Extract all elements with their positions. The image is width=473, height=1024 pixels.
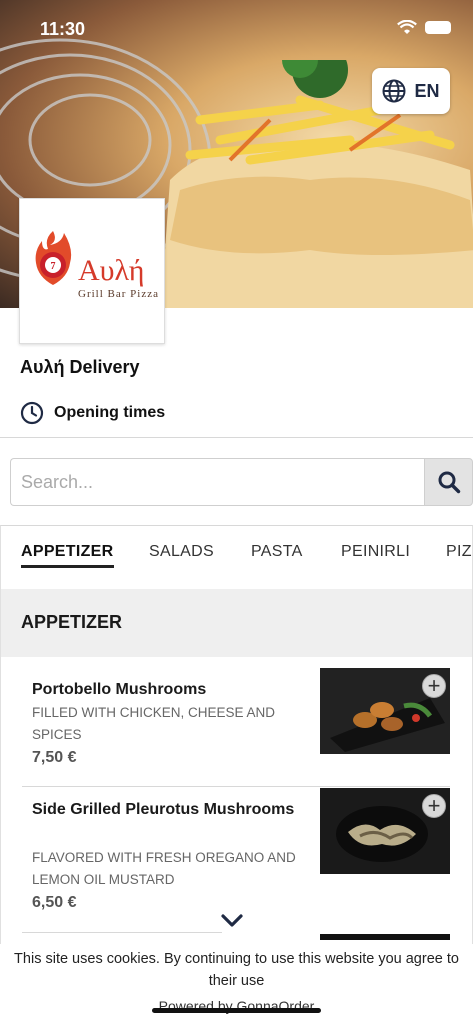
add-item-button[interactable]: +: [422, 794, 446, 818]
item-name: Portobello Mushrooms: [32, 681, 207, 698]
divider: [0, 437, 473, 438]
home-indicator[interactable]: [152, 1008, 321, 1013]
tab-pizza[interactable]: PIZ: [446, 543, 472, 561]
search-bar: [10, 458, 473, 506]
item-separator: [22, 786, 450, 787]
language-button[interactable]: EN: [372, 68, 450, 114]
item-description: FILLED WITH CHICKEN, CHEESE AND SPICES: [32, 705, 276, 742]
tab-salads[interactable]: SALADS: [149, 543, 214, 561]
item-description: FLAVORED WITH FRESH OREGANO AND LEMON OI…: [32, 850, 296, 887]
globe-icon: [382, 79, 406, 103]
menu-item[interactable]: Side Grilled Pleurotus Mushrooms FLAVORE…: [22, 788, 450, 928]
status-bar: 11:30: [0, 0, 473, 60]
tab-peinirli[interactable]: PEINIRLI: [341, 543, 410, 561]
tab-pasta[interactable]: PASTA: [251, 543, 303, 561]
tab-appetizer[interactable]: APPETIZER: [21, 543, 114, 568]
opening-times-link[interactable]: Opening times: [20, 401, 165, 425]
category-tabs: APPETIZER SALADS PASTA PEINIRLI PIZ: [0, 525, 473, 589]
status-icons: [397, 20, 451, 35]
wifi-icon: [397, 20, 417, 34]
restaurant-logo: 7 Αυλή Grill Bar Pizza: [19, 198, 165, 344]
logo-name: Αυλή: [78, 254, 145, 287]
store-name: Αυλή Delivery: [20, 357, 140, 377]
search-button[interactable]: [424, 458, 473, 506]
search-input[interactable]: [10, 458, 424, 506]
opening-times-label: Opening times: [54, 404, 166, 421]
search-icon: [438, 471, 460, 494]
menu-item[interactable]: Portobello Mushrooms FILLED WITH CHICKEN…: [22, 668, 450, 778]
add-item-button[interactable]: +: [422, 674, 446, 698]
item-image: +: [320, 788, 450, 874]
language-label: EN: [414, 80, 440, 101]
clock-icon: [20, 401, 44, 425]
section-title: APPETIZER: [1, 589, 472, 657]
flame-pin-icon: 7: [35, 231, 72, 285]
logo-subtitle: Grill Bar Pizza: [78, 288, 159, 300]
item-separator: [22, 932, 222, 933]
item-price: 6,50 €: [32, 894, 77, 911]
status-time: 11:30: [40, 19, 86, 39]
item-price: 7,50 €: [32, 749, 77, 766]
svg-text:7: 7: [51, 261, 56, 272]
cookie-text: This site uses cookies. By continuing to…: [14, 951, 459, 989]
item-name: Side Grilled Pleurotus Mushrooms: [32, 801, 295, 818]
battery-icon: [425, 21, 451, 34]
chevron-down-icon[interactable]: [220, 913, 244, 929]
next-item-image: [320, 934, 450, 940]
item-image: +: [320, 668, 450, 754]
